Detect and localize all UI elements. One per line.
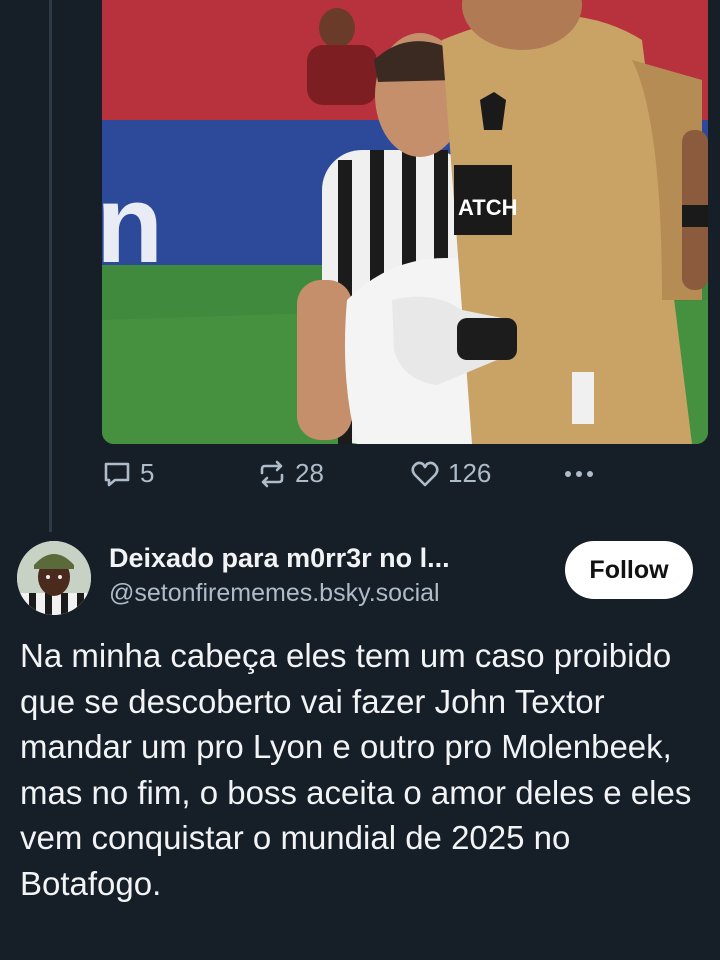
avatar[interactable] bbox=[17, 541, 91, 615]
avatar-image bbox=[17, 541, 91, 615]
author-name[interactable]: Deixado para m0rr3r no l... bbox=[109, 543, 450, 574]
svg-text:ATCH: ATCH bbox=[458, 195, 517, 220]
repost-icon bbox=[260, 460, 284, 487]
like-button[interactable]: 126 bbox=[410, 458, 491, 489]
follow-button[interactable]: Follow bbox=[565, 541, 693, 599]
svg-text:n: n bbox=[102, 163, 163, 286]
repost-count: 28 bbox=[295, 458, 324, 488]
like-count: 126 bbox=[448, 458, 492, 488]
reply-count: 5 bbox=[140, 458, 155, 488]
reply-button[interactable]: 5 bbox=[102, 458, 154, 489]
heart-icon bbox=[411, 461, 439, 486]
post-image[interactable]: n ATCH bbox=[102, 0, 708, 444]
more-options-button[interactable] bbox=[562, 462, 604, 486]
post-actions-bar: 5 28 126 bbox=[102, 458, 622, 498]
thread-connector-line bbox=[49, 0, 52, 532]
photo-image: n ATCH bbox=[102, 0, 708, 444]
reply-icon bbox=[104, 462, 130, 486]
more-icon bbox=[565, 471, 593, 477]
repost-button[interactable]: 28 bbox=[257, 458, 324, 489]
author-handle[interactable]: @setonfirememes.bsky.social bbox=[109, 579, 440, 608]
post-text: Na minha cabeça eles tem um caso proibid… bbox=[20, 637, 692, 902]
